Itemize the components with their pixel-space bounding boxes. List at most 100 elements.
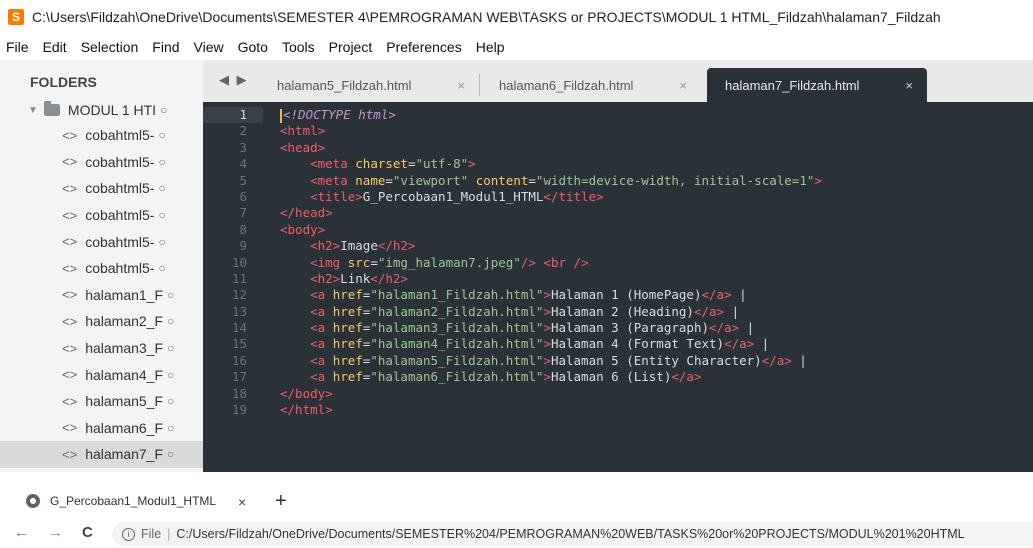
code-line[interactable]: <a href="halaman3_Fildzah.html">Halaman … (280, 320, 1033, 336)
code-line[interactable]: <a href="halaman2_Fildzah.html">Halaman … (280, 304, 1033, 320)
status-circle-icon: ○ (158, 208, 166, 223)
status-circle-icon: ○ (167, 341, 175, 356)
menu-item-file[interactable]: File (6, 39, 29, 55)
folder-row[interactable]: ▼ MODUL 1 HTI ○ (0, 98, 203, 122)
file-item[interactable]: <> cobahtml5- ○ (0, 255, 203, 282)
code-token: </a> (709, 320, 740, 336)
file-item[interactable]: <> halaman1_F ○ (0, 282, 203, 309)
code-area[interactable]: <!DOCTYPE html> <html> <head> <meta charse… (280, 107, 1033, 418)
file-item[interactable]: <> halaman2_F ○ (0, 308, 203, 335)
code-line[interactable]: <meta name="viewport" content="width=dev… (280, 173, 1033, 189)
menu-item-edit[interactable]: Edit (43, 39, 67, 55)
menu-item-preferences[interactable]: Preferences (386, 39, 461, 55)
code-token: charset (355, 156, 408, 172)
line-number: 15 (231, 336, 247, 352)
file-item[interactable]: <> cobahtml5- ○ (0, 202, 203, 229)
code-line[interactable]: <h2>Image</h2> (280, 238, 1033, 254)
file-name: halaman3_F (85, 340, 164, 357)
code-line[interactable]: </head> (280, 205, 1033, 221)
code-editor[interactable]: 1 2 3 4 5 6 7 8 9 10 11 12 13 14 15 16 17 18 19 <!DOCTYPE … (203, 102, 1033, 472)
file-item[interactable]: <> halaman4_F ○ (0, 361, 203, 388)
status-circle-icon: ○ (158, 154, 166, 169)
code-line[interactable]: <body> (280, 222, 1033, 238)
code-line[interactable]: <meta charset="utf-8"> (280, 156, 1033, 172)
tab-nav-arrows-icon[interactable]: ◀ ▶ (219, 72, 249, 88)
editor-tab-2[interactable]: halaman6_Fildzah.html × (481, 68, 701, 102)
line-number: 11 (231, 270, 247, 286)
menu-item-view[interactable]: View (194, 39, 224, 55)
file-item[interactable]: <> halaman3_F ○ (0, 335, 203, 362)
forward-arrow-icon[interactable]: → (48, 524, 63, 541)
code-line[interactable]: <a href="halaman5_Fildzah.html">Halaman … (280, 353, 1033, 369)
url-input[interactable]: i File | C:/Users/Fildzah/OneDrive/Docum… (112, 522, 1033, 546)
status-circle-icon: ○ (158, 181, 166, 196)
status-circle-icon: ○ (158, 128, 166, 143)
code-line[interactable]: </html> (280, 402, 1033, 418)
menu-item-find[interactable]: Find (152, 39, 179, 55)
editor-tab-3[interactable]: halaman7_Fildzah.html × (707, 68, 927, 102)
window-title-bar: S C:\Users\Fildzah\OneDrive\Documents\SE… (0, 0, 1033, 34)
line-number: 1 (203, 107, 263, 124)
close-tab-icon[interactable]: × (238, 494, 246, 510)
code-line[interactable]: <a href="halaman1_Fildzah.html">Halaman … (280, 287, 1033, 303)
code-token: "halaman1_Fildzah.html" (370, 287, 544, 303)
code-line[interactable]: <html> (280, 123, 1033, 139)
file-item[interactable]: <> cobahtml5- ○ (0, 122, 203, 149)
code-token: Link (340, 270, 371, 286)
code-token: > (543, 287, 551, 303)
code-token: Halaman 5 (Entity Character) (550, 352, 762, 368)
code-token: > (543, 320, 551, 336)
code-line[interactable]: <img src="img_halaman7.jpeg"/> <br /> (280, 255, 1033, 271)
file-item[interactable]: <> cobahtml5- ○ (0, 228, 203, 255)
code-token: name (355, 172, 386, 188)
close-tab-icon[interactable]: × (679, 78, 687, 93)
menu-item-tools[interactable]: Tools (282, 39, 315, 55)
menu-item-help[interactable]: Help (476, 39, 505, 55)
reload-icon[interactable]: C (82, 524, 93, 541)
code-line[interactable]: <h2>Link</h2> (280, 271, 1033, 287)
file-name: halaman7_F (85, 446, 164, 463)
menu-item-goto[interactable]: Goto (238, 39, 268, 55)
code-line[interactable]: <!DOCTYPE html> (280, 107, 1033, 123)
disclosure-triangle-icon[interactable]: ▼ (28, 105, 38, 116)
folders-heading: FOLDERS (30, 74, 97, 90)
code-line[interactable]: <a href="halaman6_Fildzah.html">Halaman … (280, 369, 1033, 385)
info-icon[interactable]: i (122, 527, 135, 541)
new-tab-icon[interactable]: + (275, 490, 287, 513)
folder-name: MODUL 1 HTI (67, 102, 157, 118)
code-token: Halaman 4 (Format Text) (550, 336, 725, 352)
menu-item-selection[interactable]: Selection (81, 39, 139, 55)
status-circle-icon: ○ (167, 287, 175, 302)
code-line[interactable]: <head> (280, 140, 1033, 156)
tab-separator (479, 74, 480, 96)
line-number: 8 (239, 221, 247, 237)
file-item[interactable]: <> halaman5_F ○ (0, 388, 203, 415)
file-item[interactable]: <> cobahtml5- ○ (0, 149, 203, 176)
code-token: Halaman 2 (Heading) (550, 303, 694, 319)
close-tab-icon[interactable]: × (905, 78, 913, 93)
editor-tab-1[interactable]: halaman5_Fildzah.html × (259, 68, 479, 102)
file-item[interactable]: <> cobahtml5- ○ (0, 175, 203, 202)
code-token: "width=device-width, initial-scale=1" (535, 172, 815, 188)
code-token: <br /> (543, 254, 589, 270)
code-line[interactable]: <title>G_Percobaan1_Modul1_HTML</title> (280, 189, 1033, 205)
code-token: Halaman 6 (List) (550, 369, 672, 385)
code-line[interactable]: </body> (280, 386, 1033, 402)
code-token: | (754, 336, 770, 352)
code-line[interactable]: <a href="halaman4_Fildzah.html">Halaman … (280, 336, 1033, 352)
file-name: cobahtml5- (85, 233, 155, 250)
back-arrow-icon[interactable]: ← (14, 524, 29, 541)
browser-tab[interactable]: G_Percobaan1_Modul1_HTML (26, 494, 216, 508)
close-tab-icon[interactable]: × (457, 78, 465, 93)
code-token: </h2> (377, 238, 416, 254)
file-name: halaman1_F (85, 286, 164, 303)
code-token: </a> (701, 287, 732, 303)
file-item[interactable]: <> halaman6_F ○ (0, 415, 203, 442)
code-token: > (814, 172, 822, 188)
code-token: <meta (310, 156, 356, 172)
code-token: <img (310, 254, 348, 270)
file-item[interactable]: <> halaman7_F ○ (0, 441, 203, 468)
menu-item-project[interactable]: Project (329, 39, 373, 55)
